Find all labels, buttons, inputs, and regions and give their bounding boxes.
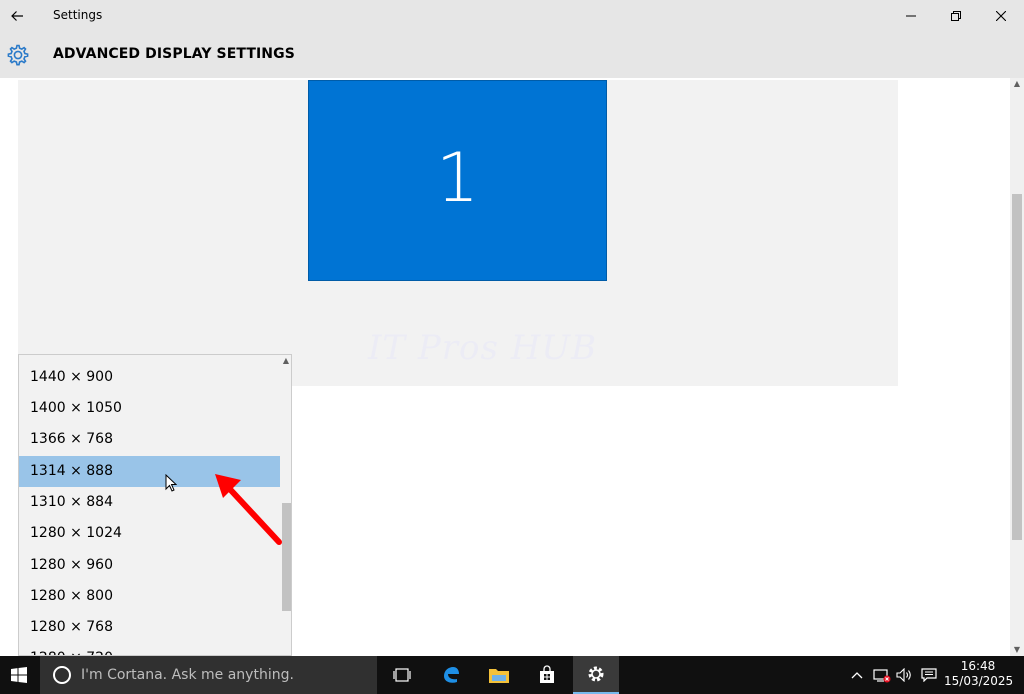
resolution-option[interactable]: 1400 × 1050 xyxy=(19,393,280,424)
minimize-button[interactable] xyxy=(888,0,934,32)
taskbar-clock[interactable]: 16:48 15/03/2025 xyxy=(944,659,1014,689)
monitor-number: 1 xyxy=(435,138,480,218)
watermark: IT Pros HUB xyxy=(368,328,598,368)
close-button[interactable] xyxy=(978,0,1024,32)
resolution-option[interactable]: 1440 × 900 xyxy=(19,362,280,393)
scroll-up-icon[interactable]: ▲ xyxy=(1010,78,1024,90)
file-explorer-button[interactable] xyxy=(476,656,522,694)
scroll-down-icon[interactable]: ▼ xyxy=(1010,644,1024,656)
back-button[interactable] xyxy=(0,0,34,32)
edge-icon xyxy=(444,667,459,683)
clock-time: 16:48 xyxy=(960,659,996,673)
window-title: Settings xyxy=(53,8,103,22)
back-arrow-icon xyxy=(11,11,23,21)
resolution-option[interactable]: 1280 × 720 xyxy=(19,643,280,655)
cortana-search-box[interactable]: I'm Cortana. Ask me anything. xyxy=(40,656,377,694)
network-icon xyxy=(873,669,891,683)
mouse-cursor-icon xyxy=(165,474,177,492)
display-preview-panel: 1 IT Pros HUB xyxy=(18,80,898,386)
close-icon xyxy=(996,11,1006,21)
resolution-option[interactable]: 1366 × 768 xyxy=(19,424,280,455)
task-view-icon xyxy=(393,668,411,682)
action-center-icon xyxy=(921,668,937,682)
taskbar: I'm Cortana. Ask me anything. 16:48 15/0… xyxy=(0,656,1024,694)
store-icon xyxy=(540,665,554,683)
minimize-icon xyxy=(906,15,916,17)
gear-icon xyxy=(7,44,29,66)
windows-logo-icon xyxy=(11,667,27,683)
clock-date: 15/03/2025 xyxy=(944,674,1014,688)
volume-icon xyxy=(896,668,911,682)
file-explorer-icon xyxy=(489,669,509,683)
cortana-icon xyxy=(53,666,71,684)
show-hidden-icons-button[interactable] xyxy=(846,656,868,694)
red-arrow-annotation xyxy=(215,474,282,545)
edge-button[interactable] xyxy=(428,656,474,694)
page-scrollbar[interactable]: ▲ ▼ xyxy=(1010,78,1024,656)
dropdown-scroll-up-icon[interactable]: ▲ xyxy=(281,355,291,367)
monitor-tile[interactable]: 1 xyxy=(308,80,607,281)
network-tray-button[interactable] xyxy=(870,656,894,694)
page-title: ADVANCED DISPLAY SETTINGS xyxy=(53,46,295,62)
title-bar: Settings xyxy=(0,0,1024,32)
resolution-option[interactable]: 1280 × 768 xyxy=(19,612,280,643)
page-scroll-thumb[interactable] xyxy=(1012,194,1022,540)
restore-button[interactable] xyxy=(933,0,979,32)
task-view-button[interactable] xyxy=(379,656,425,694)
start-button[interactable] xyxy=(0,656,38,694)
settings-taskbar-button[interactable] xyxy=(573,656,619,694)
action-center-button[interactable] xyxy=(918,656,940,694)
page-header: ADVANCED DISPLAY SETTINGS xyxy=(0,32,1024,78)
restore-icon xyxy=(951,11,961,21)
cortana-placeholder: I'm Cortana. Ask me anything. xyxy=(81,667,294,683)
volume-tray-button[interactable] xyxy=(894,656,916,694)
store-button[interactable] xyxy=(524,656,570,694)
resolution-option[interactable]: 1280 × 800 xyxy=(19,581,280,612)
chevron-up-icon xyxy=(851,672,863,679)
resolution-option[interactable]: 1280 × 960 xyxy=(19,550,280,581)
settings-icon xyxy=(588,666,604,682)
